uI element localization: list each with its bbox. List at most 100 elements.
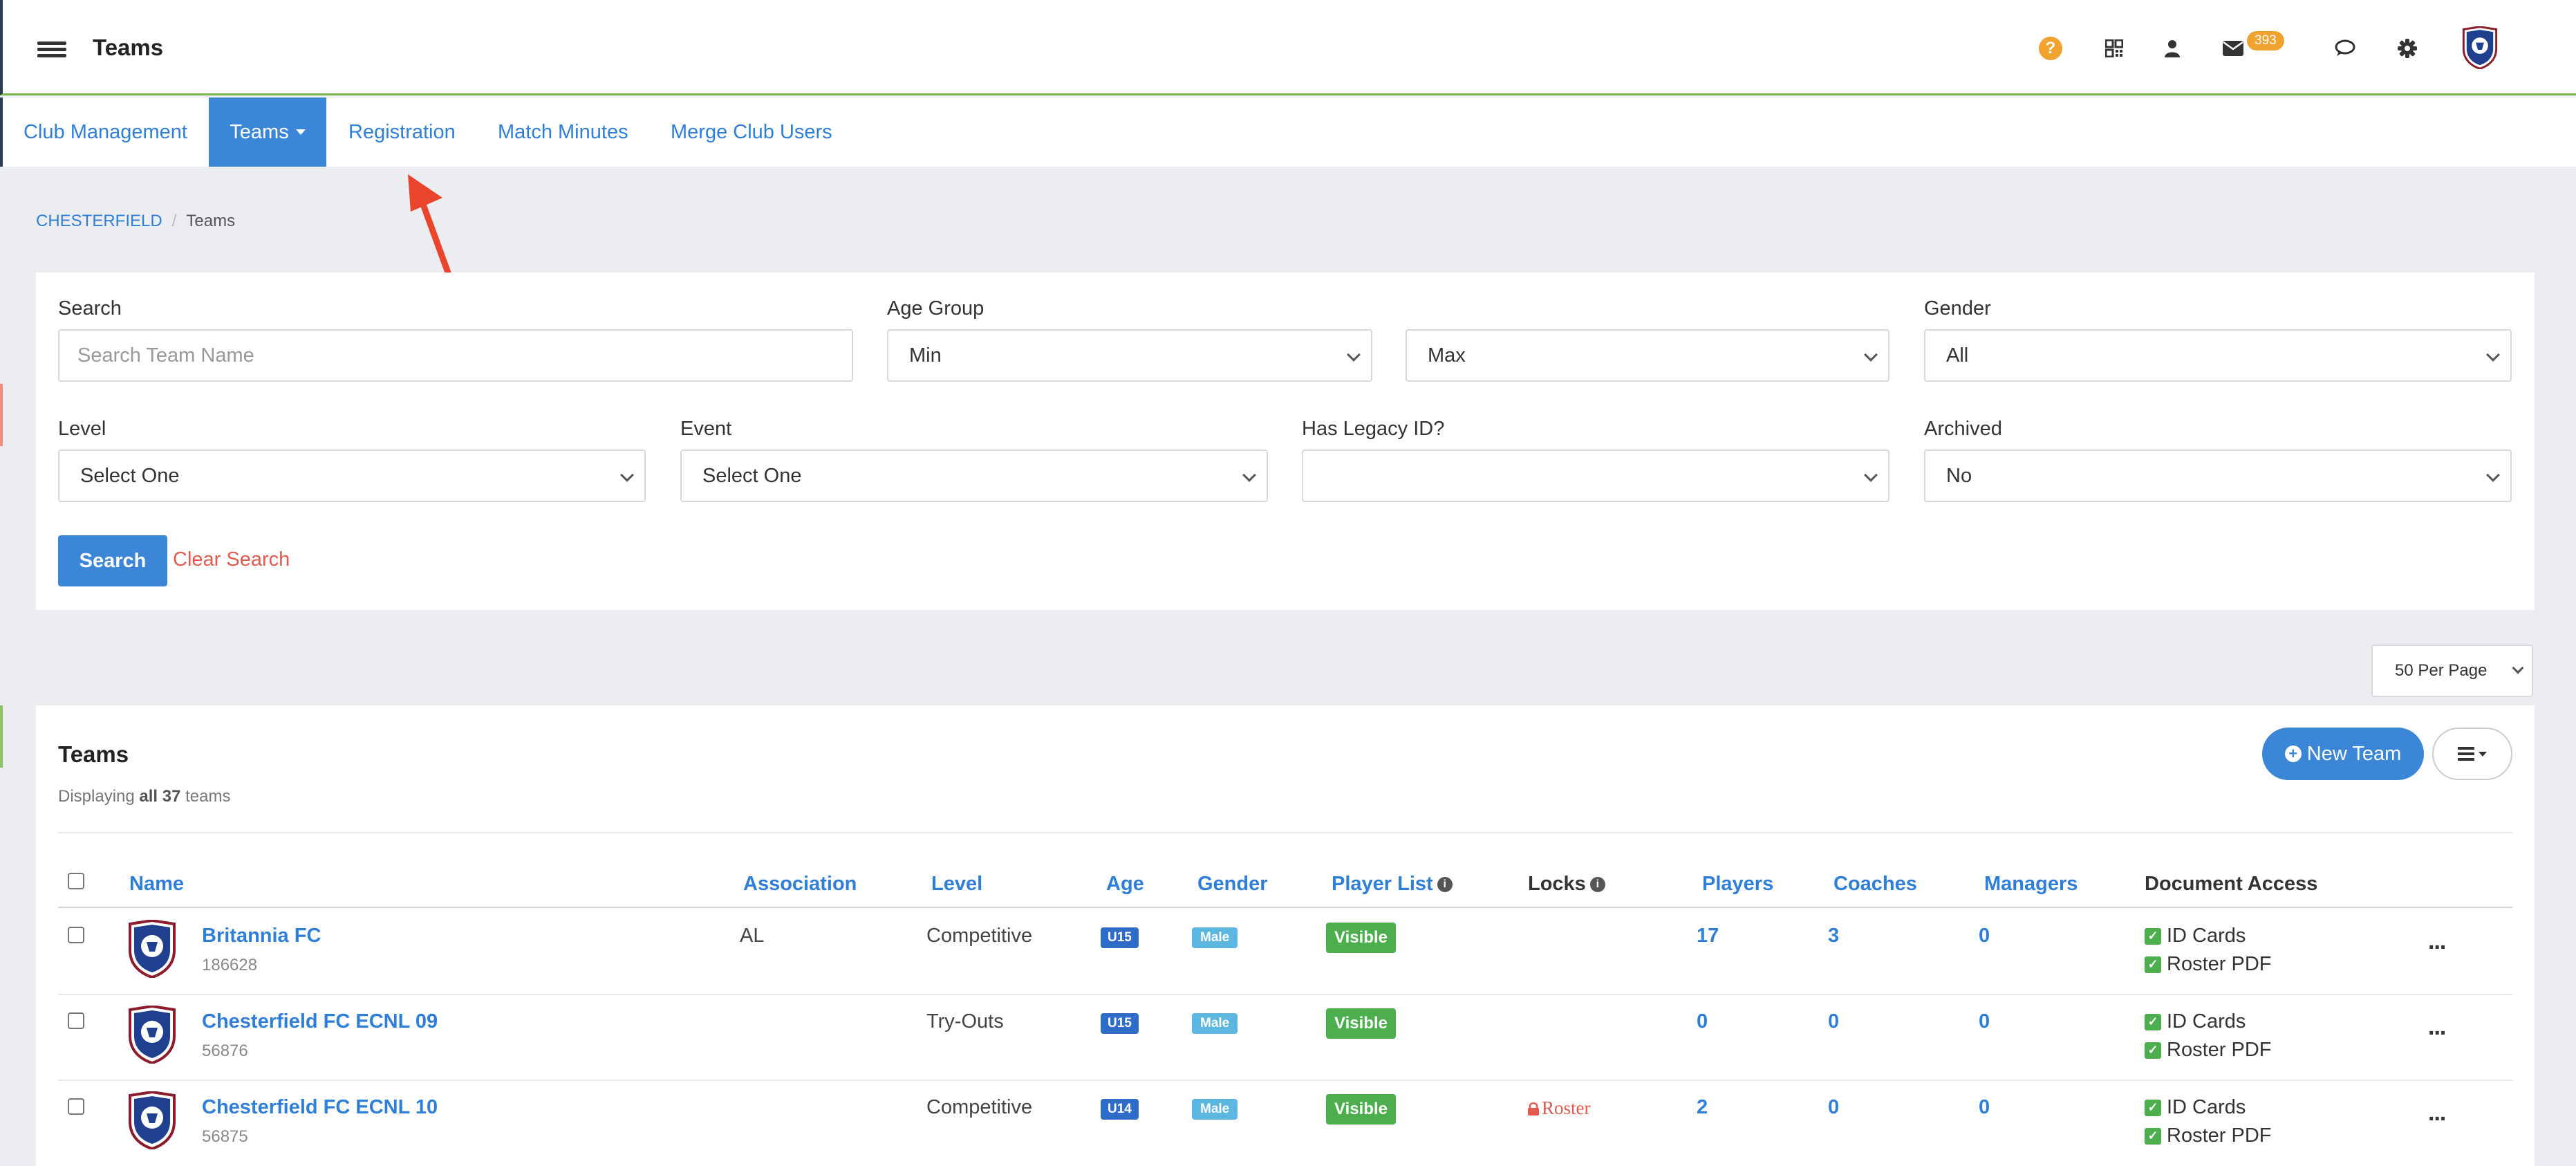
age-group-label: Age Group (887, 297, 984, 320)
select-all-checkbox[interactable] (68, 873, 84, 889)
archived-select[interactable]: No (1924, 450, 2512, 502)
row-checkbox[interactable] (68, 1098, 84, 1115)
list-options-button[interactable] (2432, 728, 2512, 780)
column-header-managers[interactable]: Managers (1984, 873, 2078, 896)
column-header-level[interactable]: Level (931, 873, 982, 896)
row-checkbox[interactable] (68, 927, 84, 943)
club-crest-icon[interactable] (2461, 26, 2499, 73)
doc-access-roster-pdf[interactable]: ✓ Roster PDF (2145, 1039, 2271, 1062)
event-value: Select One (702, 464, 802, 487)
player-list-visible-badge[interactable]: Visible (1326, 1008, 1396, 1039)
info-icon[interactable]: i (1589, 877, 1605, 893)
chat-icon[interactable] (2324, 28, 2366, 69)
chevron-down-icon (1242, 468, 1256, 482)
gender-value: All (1946, 344, 1969, 367)
row-actions-menu-icon[interactable]: ... (2428, 1100, 2446, 1127)
player-list-header-label: Player List (1332, 873, 1433, 895)
tab-teams[interactable]: Teams (209, 98, 326, 167)
user-icon[interactable] (2152, 28, 2193, 69)
chevron-down-icon (1864, 468, 1878, 482)
managers-count-link[interactable]: 0 (1979, 925, 1990, 947)
breadcrumb: CHESTERFIELD / Teams (36, 212, 235, 231)
level-value: Select One (80, 464, 180, 487)
team-name-link[interactable]: Britannia FC (202, 925, 321, 947)
legacy-id-label: Has Legacy ID? (1302, 418, 1445, 440)
column-header-age[interactable]: Age (1106, 873, 1144, 896)
gender-label: Gender (1924, 297, 1991, 320)
tab-merge-club-users[interactable]: Merge Club Users (671, 98, 832, 167)
caret-down-icon (295, 129, 306, 135)
lock-label: Roster (1542, 1098, 1591, 1118)
coaches-count-link[interactable]: 0 (1828, 1096, 1839, 1119)
team-crest-icon (129, 1006, 176, 1064)
nav-bar: Club Management Teams Registration Match… (0, 98, 2576, 167)
players-count-link[interactable]: 2 (1697, 1096, 1708, 1119)
column-header-gender[interactable]: Gender (1197, 873, 1268, 896)
level-select[interactable]: Select One (58, 450, 646, 502)
gender-select[interactable]: All (1924, 329, 2512, 382)
player-list-visible-badge[interactable]: Visible (1326, 1094, 1396, 1125)
coaches-count-link[interactable]: 0 (1828, 1010, 1839, 1033)
age-max-value: Max (1428, 344, 1466, 367)
gear-icon[interactable] (2387, 28, 2428, 69)
coaches-count-link[interactable]: 3 (1828, 925, 1839, 947)
chevron-down-icon (620, 468, 634, 482)
event-select[interactable]: Select One (680, 450, 1268, 502)
tab-label: Registration (348, 120, 456, 143)
column-header-name[interactable]: Name (129, 873, 184, 896)
doc-access-roster-pdf[interactable]: ✓ Roster PDF (2145, 953, 2271, 976)
search-button[interactable]: Search (58, 535, 167, 586)
chevron-down-icon (2512, 662, 2524, 674)
doc-label: ID Cards (2167, 1010, 2246, 1033)
column-header-coaches[interactable]: Coaches (1833, 873, 1917, 896)
plus-circle-icon: + (2284, 746, 2302, 762)
doc-access-id-cards[interactable]: ✓ ID Cards (2145, 925, 2246, 947)
chevron-down-icon (2486, 468, 2500, 482)
summary-count: all 37 (139, 787, 181, 806)
mail-icon[interactable] (2212, 28, 2254, 69)
doc-access-roster-pdf[interactable]: ✓ Roster PDF (2145, 1125, 2271, 1147)
help-icon[interactable]: ? (2030, 28, 2071, 69)
sidebar-edge-strip (0, 705, 3, 768)
info-icon[interactable]: i (1437, 877, 1453, 893)
check-icon: ✓ (2145, 1042, 2161, 1059)
tab-registration[interactable]: Registration (348, 98, 456, 167)
age-max-select[interactable]: Max (1406, 329, 1889, 382)
search-label: Search (58, 297, 122, 320)
mail-count-badge: 393 (2247, 31, 2284, 50)
column-header-players[interactable]: Players (1702, 873, 1773, 896)
level-cell: Competitive (926, 1096, 1033, 1118)
row-actions-menu-icon[interactable]: ... (2428, 1014, 2446, 1041)
row-checkbox[interactable] (68, 1012, 84, 1029)
event-label: Event (680, 418, 732, 440)
managers-count-link[interactable]: 0 (1979, 1096, 1990, 1119)
roster-lock-indicator[interactable]: Roster (1528, 1098, 1591, 1119)
legacy-id-select[interactable] (1302, 450, 1889, 502)
check-icon: ✓ (2145, 1099, 2161, 1116)
team-name-link[interactable]: Chesterfield FC ECNL 10 (202, 1096, 438, 1119)
players-count-link[interactable]: 17 (1697, 925, 1719, 947)
header-divider (58, 907, 2512, 908)
summary-prefix: Displaying (58, 787, 135, 806)
doc-access-id-cards[interactable]: ✓ ID Cards (2145, 1096, 2246, 1119)
qr-code-icon[interactable] (2093, 28, 2135, 69)
breadcrumb-club-link[interactable]: CHESTERFIELD (36, 212, 162, 230)
players-count-link[interactable]: 0 (1697, 1010, 1708, 1033)
per-page-select[interactable]: 50 Per Page (2371, 645, 2533, 697)
lock-icon (1528, 1102, 1539, 1116)
age-min-select[interactable]: Min (887, 329, 1372, 382)
player-list-visible-badge[interactable]: Visible (1326, 923, 1396, 953)
column-header-association[interactable]: Association (743, 873, 857, 896)
column-header-player-list[interactable]: Player List i (1332, 873, 1453, 896)
new-team-button[interactable]: + New Team (2262, 728, 2424, 780)
row-actions-menu-icon[interactable]: ... (2428, 928, 2446, 955)
clear-search-link[interactable]: Clear Search (173, 548, 290, 571)
tab-match-minutes[interactable]: Match Minutes (498, 98, 628, 167)
team-name-link[interactable]: Chesterfield FC ECNL 09 (202, 1010, 438, 1033)
tab-club-management[interactable]: Club Management (24, 98, 187, 167)
managers-count-link[interactable]: 0 (1979, 1010, 1990, 1033)
team-id: 186628 (202, 956, 258, 974)
doc-access-id-cards[interactable]: ✓ ID Cards (2145, 1010, 2246, 1033)
gender-badge: Male (1192, 927, 1238, 948)
search-input[interactable]: Search Team Name (58, 329, 853, 382)
